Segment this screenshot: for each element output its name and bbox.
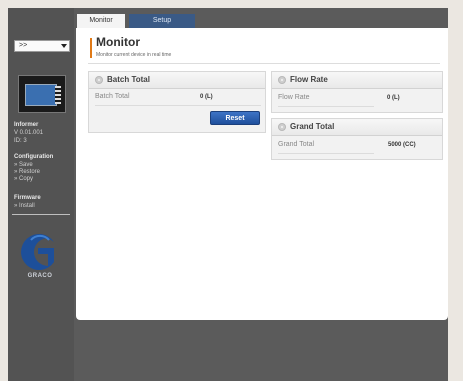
sidebar-divider: [12, 214, 70, 215]
row-divider: [95, 105, 261, 106]
row-divider: [278, 106, 374, 107]
device-image: [18, 75, 66, 113]
card-title: Flow Rate: [290, 75, 328, 84]
firmware-install-link[interactable]: » Install: [14, 203, 35, 210]
gear-icon: [278, 123, 286, 131]
card-header: Flow Rate: [272, 72, 442, 89]
flow-rate-label: Flow Rate: [278, 94, 310, 101]
dropdown-value: >>: [19, 42, 28, 49]
device-id: ID: 3: [14, 138, 27, 144]
sidebar: >> Informer V 0.01.001 ID: 3 Configurati…: [8, 8, 74, 381]
config-save-link[interactable]: » Save: [14, 162, 33, 169]
page-title: Monitor: [96, 35, 140, 49]
batch-total-value: 0 (L): [200, 94, 213, 100]
title-accent-bar: [90, 38, 92, 58]
config-restore-link[interactable]: » Restore: [14, 169, 40, 176]
logo-wordmark: GRACO: [27, 273, 53, 279]
grand-total-value: 5000 (CC): [388, 142, 416, 148]
grand-total-card: Grand Total Grand Total 5000 (CC): [271, 118, 443, 160]
graco-logo-icon: [21, 234, 54, 270]
device-version: V 0.01.001: [14, 130, 44, 136]
device-select-dropdown[interactable]: >>: [14, 40, 70, 52]
configuration-heading: Configuration: [14, 154, 54, 160]
row-divider: [278, 153, 374, 154]
app-frame: >> Informer V 0.01.001 ID: 3 Configurati…: [8, 8, 448, 381]
page-subtitle: Monitor current device in real time: [96, 52, 172, 58]
card-title: Grand Total: [290, 122, 335, 131]
main-panel: Monitor Monitor current device in real t…: [76, 28, 448, 320]
device-name: Informer: [14, 122, 39, 128]
tab-setup[interactable]: Setup: [129, 14, 195, 28]
firmware-heading: Firmware: [14, 195, 41, 201]
flow-rate-card: Flow Rate Flow Rate 0 (L): [271, 71, 443, 113]
title-divider: [88, 63, 440, 64]
config-copy-link[interactable]: » Copy: [14, 176, 33, 183]
flow-rate-value: 0 (L): [387, 95, 400, 101]
gear-icon: [278, 76, 286, 84]
card-title: Batch Total: [107, 75, 150, 84]
batch-total-card: Batch Total Batch Total 0 (L) Reset: [88, 71, 266, 133]
graco-logo: GRACO: [18, 232, 62, 288]
reset-button[interactable]: Reset: [210, 111, 260, 125]
batch-total-label: Batch Total: [95, 93, 130, 100]
gear-icon: [95, 76, 103, 84]
device-keypad: [55, 86, 61, 104]
grand-total-label: Grand Total: [278, 141, 315, 148]
tab-monitor[interactable]: Monitor: [77, 14, 125, 28]
device-screen: [25, 84, 57, 106]
card-header: Batch Total: [89, 72, 265, 89]
card-header: Grand Total: [272, 119, 442, 136]
chevron-down-icon: [61, 44, 67, 48]
